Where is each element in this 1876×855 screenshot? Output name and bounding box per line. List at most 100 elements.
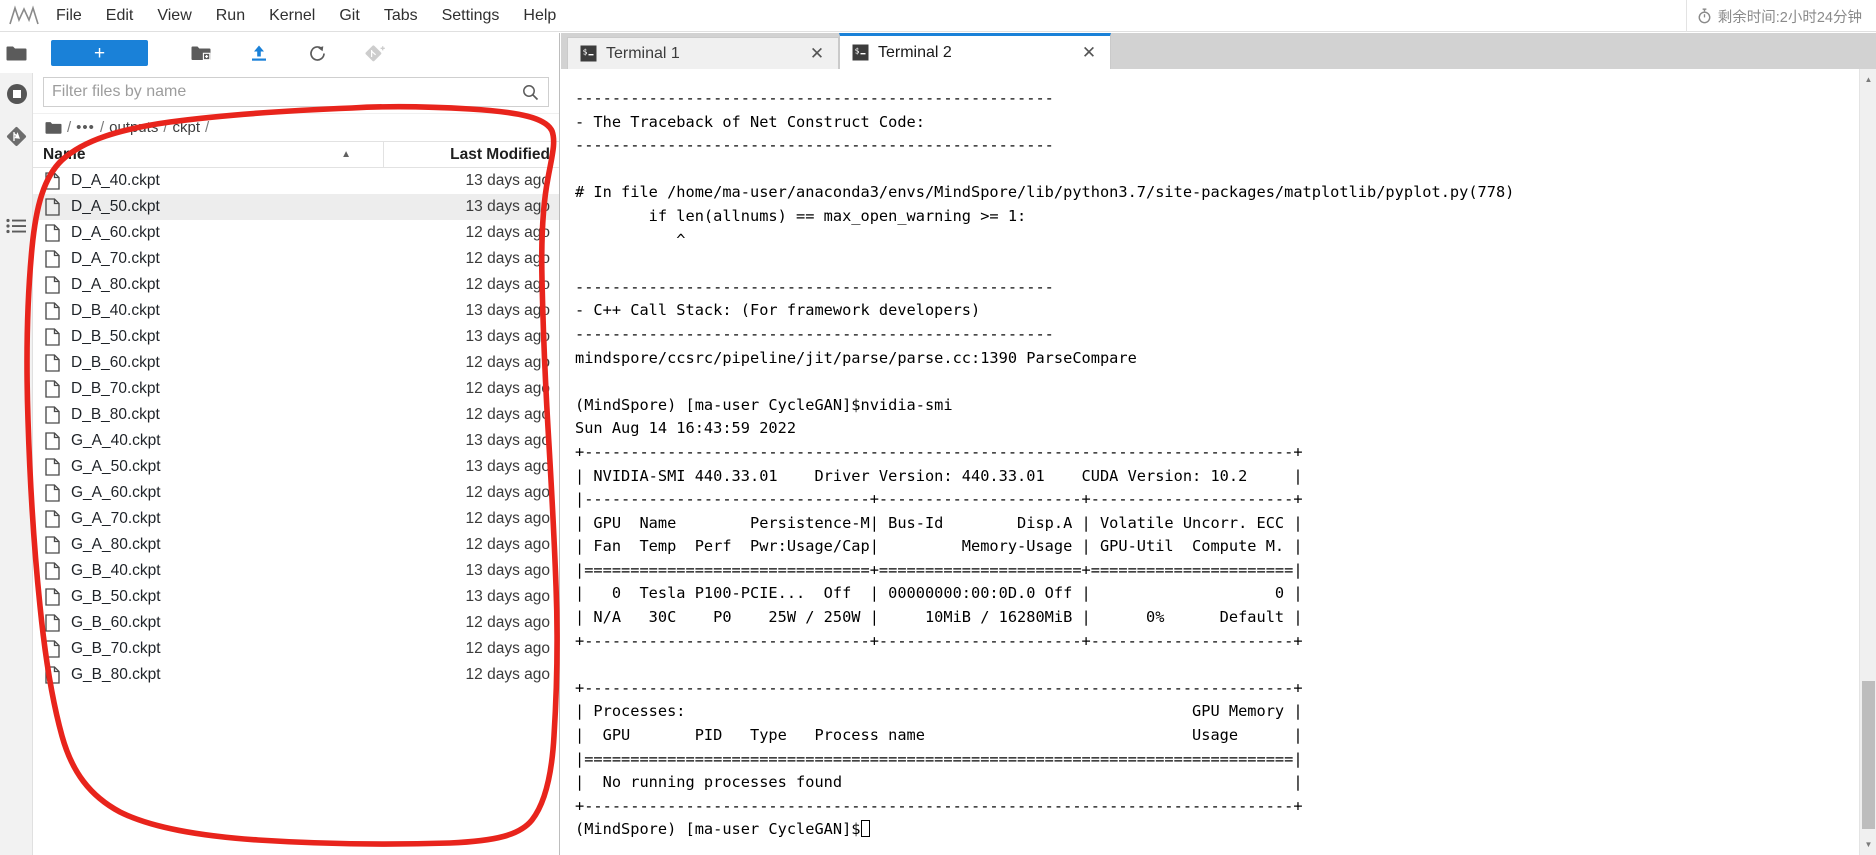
refresh-file-list-button[interactable] (288, 37, 346, 69)
menu-item-view[interactable]: View (145, 0, 203, 31)
column-header-name[interactable]: Name ▲ (33, 142, 384, 167)
file-name: D_B_80.ckpt (71, 406, 160, 423)
file-name: G_A_50.ckpt (71, 458, 161, 475)
new-folder-icon (191, 45, 211, 62)
breadcrumb-item-ckpt[interactable]: ckpt (173, 119, 201, 136)
search-icon[interactable] (522, 84, 548, 101)
terminal-line: | Processes: GPU Memory | (575, 702, 1303, 721)
file-icon (33, 328, 65, 346)
new-folder-button[interactable] (172, 37, 230, 69)
file-row[interactable]: D_A_50.ckpt 13 days ago (33, 194, 559, 220)
file-modified: 12 days ago (465, 406, 550, 423)
terminal-text: ----------------------------------------… (561, 69, 1876, 842)
file-modified: 13 days ago (465, 302, 550, 319)
file-row[interactable]: G_A_70.ckpt 12 days ago (33, 506, 559, 532)
close-icon[interactable]: ✕ (1078, 42, 1100, 64)
breadcrumb-separator-2: / (163, 119, 168, 136)
file-row[interactable]: D_B_60.ckpt 12 days ago (33, 350, 559, 376)
file-row[interactable]: D_A_40.ckpt 13 days ago (33, 168, 559, 194)
breadcrumb-ellipsis[interactable]: ••• (76, 119, 95, 136)
sidebar-item-file-browser[interactable] (0, 33, 33, 73)
file-row[interactable]: D_A_60.ckpt 12 days ago (33, 220, 559, 246)
breadcrumb-item-outputs[interactable]: outputs (109, 119, 158, 136)
file-icon (33, 250, 65, 268)
sidebar-item-commands[interactable] (0, 205, 33, 247)
file-modified: 12 days ago (465, 354, 550, 371)
menu-item-list: File Edit View Run Kernel Git Tabs Setti… (44, 0, 568, 31)
column-header-name-label: Name (43, 145, 86, 163)
column-header-last-modified[interactable]: Last Modified (384, 142, 559, 167)
terminal-line: |===============================+=======… (575, 560, 1303, 579)
menu-item-kernel[interactable]: Kernel (257, 0, 327, 31)
file-row[interactable]: G_A_60.ckpt 12 days ago (33, 480, 559, 506)
file-row[interactable]: D_B_40.ckpt 13 days ago (33, 298, 559, 324)
terminal-scrollbar[interactable]: ▲ ▼ (1859, 69, 1876, 855)
menu-item-git[interactable]: Git (327, 0, 371, 31)
file-name: D_A_80.ckpt (71, 276, 160, 293)
file-row[interactable]: G_B_70.ckpt 12 days ago (33, 636, 559, 662)
file-row[interactable]: D_B_80.ckpt 12 days ago (33, 402, 559, 428)
tab-label-terminal-1: Terminal 1 (606, 44, 680, 62)
search-input[interactable] (44, 83, 522, 101)
upload-files-button[interactable] (230, 37, 288, 69)
file-modified: 12 days ago (465, 224, 550, 241)
file-icon (33, 224, 65, 242)
sidebar-item-git[interactable] (0, 115, 33, 157)
file-row[interactable]: D_B_50.ckpt 13 days ago (33, 324, 559, 350)
file-row[interactable]: G_B_60.ckpt 12 days ago (33, 610, 559, 636)
terminal-line: ----------------------------------------… (575, 136, 1054, 155)
file-name: D_A_50.ckpt (71, 198, 160, 215)
git-diamond-icon (5, 125, 28, 148)
file-row[interactable]: D_B_70.ckpt 12 days ago (33, 376, 559, 402)
file-icon (33, 406, 65, 424)
breadcrumb-home-icon[interactable] (45, 121, 62, 135)
refresh-icon (308, 44, 327, 63)
terminal-line: ----------------------------------------… (575, 277, 1054, 296)
file-icon (33, 614, 65, 632)
file-row[interactable]: G_B_80.ckpt 12 days ago (33, 662, 559, 688)
file-row[interactable]: G_B_40.ckpt 13 days ago (33, 558, 559, 584)
menu-item-help[interactable]: Help (511, 0, 568, 31)
file-row[interactable]: G_B_50.ckpt 13 days ago (33, 584, 559, 610)
scroll-down-arrow-icon[interactable]: ▼ (1860, 836, 1876, 853)
file-list: D_A_40.ckpt 13 days ago D_A_50.ckpt 13 days… (33, 168, 559, 688)
sidebar-item-running-terminals[interactable] (0, 73, 33, 115)
file-name: G_B_50.ckpt (71, 588, 161, 605)
file-modified: 12 days ago (465, 250, 550, 267)
file-row[interactable]: G_A_80.ckpt 12 days ago (33, 532, 559, 558)
stop-circle-icon (6, 83, 28, 105)
menu-item-tabs[interactable]: Tabs (372, 0, 430, 31)
file-row[interactable]: G_A_50.ckpt 13 days ago (33, 454, 559, 480)
scrollbar-thumb[interactable] (1862, 681, 1875, 829)
menu-item-run[interactable]: Run (204, 0, 257, 31)
filter-input-wrapper[interactable] (43, 77, 549, 107)
new-launcher-button[interactable]: + (51, 40, 148, 66)
file-modified: 12 days ago (465, 614, 550, 631)
git-clone-button[interactable] (346, 37, 404, 69)
scroll-up-arrow-icon[interactable]: ▲ (1860, 71, 1876, 88)
file-icon (33, 302, 65, 320)
menu-item-settings[interactable]: Settings (430, 0, 512, 31)
terminal-prompt-line: (MindSpore) [ma-user CycleGAN]$ (575, 818, 1876, 842)
terminal-line: | Fan Temp Perf Pwr:Usage/Cap| Memory-Us… (575, 537, 1303, 556)
file-modified: 13 days ago (465, 588, 550, 605)
tab-terminal-2[interactable]: $ Terminal 2 ✕ (839, 33, 1111, 69)
file-icon (33, 562, 65, 580)
tab-terminal-1[interactable]: $ Terminal 1 ✕ (567, 37, 839, 69)
file-name: D_B_70.ckpt (71, 380, 160, 397)
terminal-line: if len(allnums) == max_open_warning >= 1… (575, 206, 1027, 225)
file-row[interactable]: D_A_70.ckpt 12 days ago (33, 246, 559, 272)
terminal-output-area[interactable]: ----------------------------------------… (561, 69, 1876, 855)
file-row[interactable]: G_A_40.ckpt 13 days ago (33, 428, 559, 454)
menu-item-edit[interactable]: Edit (94, 0, 146, 31)
file-icon (33, 380, 65, 398)
menu-item-file[interactable]: File (44, 0, 94, 31)
main-dock-area: $ Terminal 1 ✕ $ Terminal 2 ✕ ----------… (561, 33, 1876, 855)
terminal-line: +---------------------------------------… (575, 678, 1303, 697)
file-modified: 12 days ago (465, 380, 550, 397)
close-icon[interactable]: ✕ (806, 43, 828, 65)
file-row[interactable]: D_A_80.ckpt 12 days ago (33, 272, 559, 298)
terminal-cursor (860, 820, 870, 838)
